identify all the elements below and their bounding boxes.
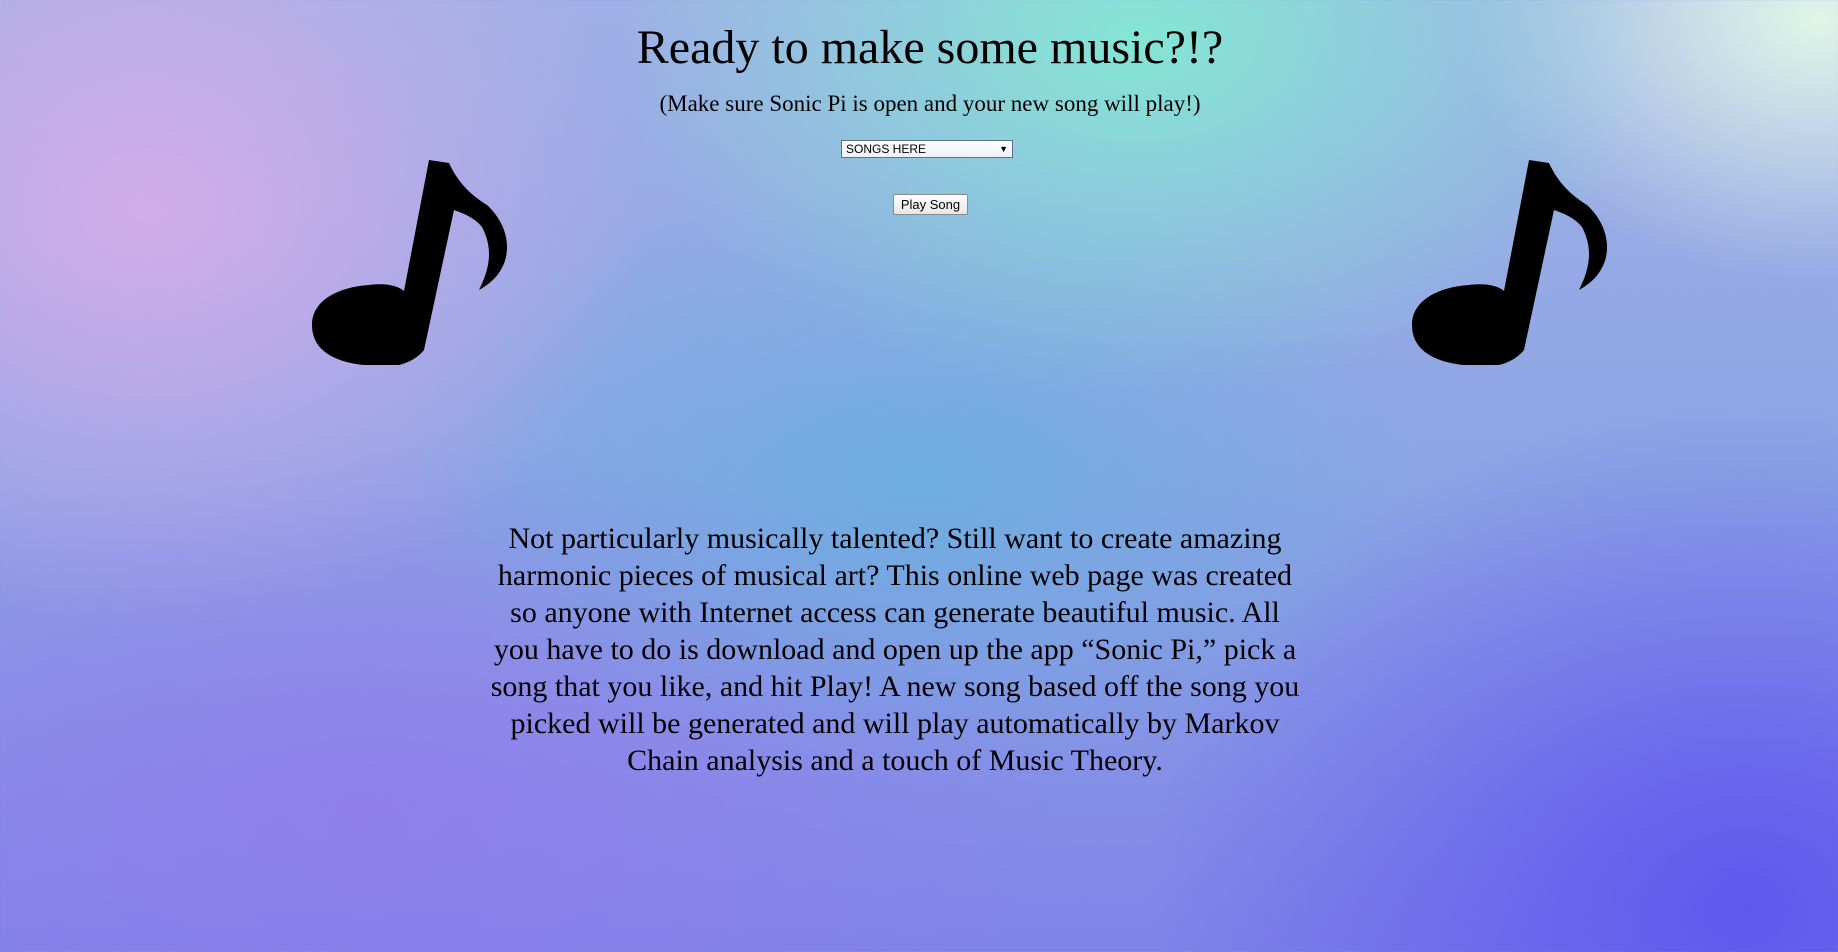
song-select-value: SONGS HERE bbox=[846, 142, 927, 156]
music-note-icon bbox=[1412, 160, 1608, 365]
chevron-down-icon: ▼ bbox=[999, 144, 1008, 154]
page-subtitle: (Make sure Sonic Pi is open and your new… bbox=[659, 91, 1201, 116]
play-song-button[interactable]: Play Song bbox=[893, 194, 968, 215]
description-text: Not particularly musically talented? Sti… bbox=[490, 522, 1300, 777]
song-select-dropdown[interactable]: SONGS HERE ▼ bbox=[841, 140, 1013, 158]
music-note-icon bbox=[312, 160, 508, 365]
page-title: Ready to make some music?!? bbox=[636, 21, 1224, 74]
